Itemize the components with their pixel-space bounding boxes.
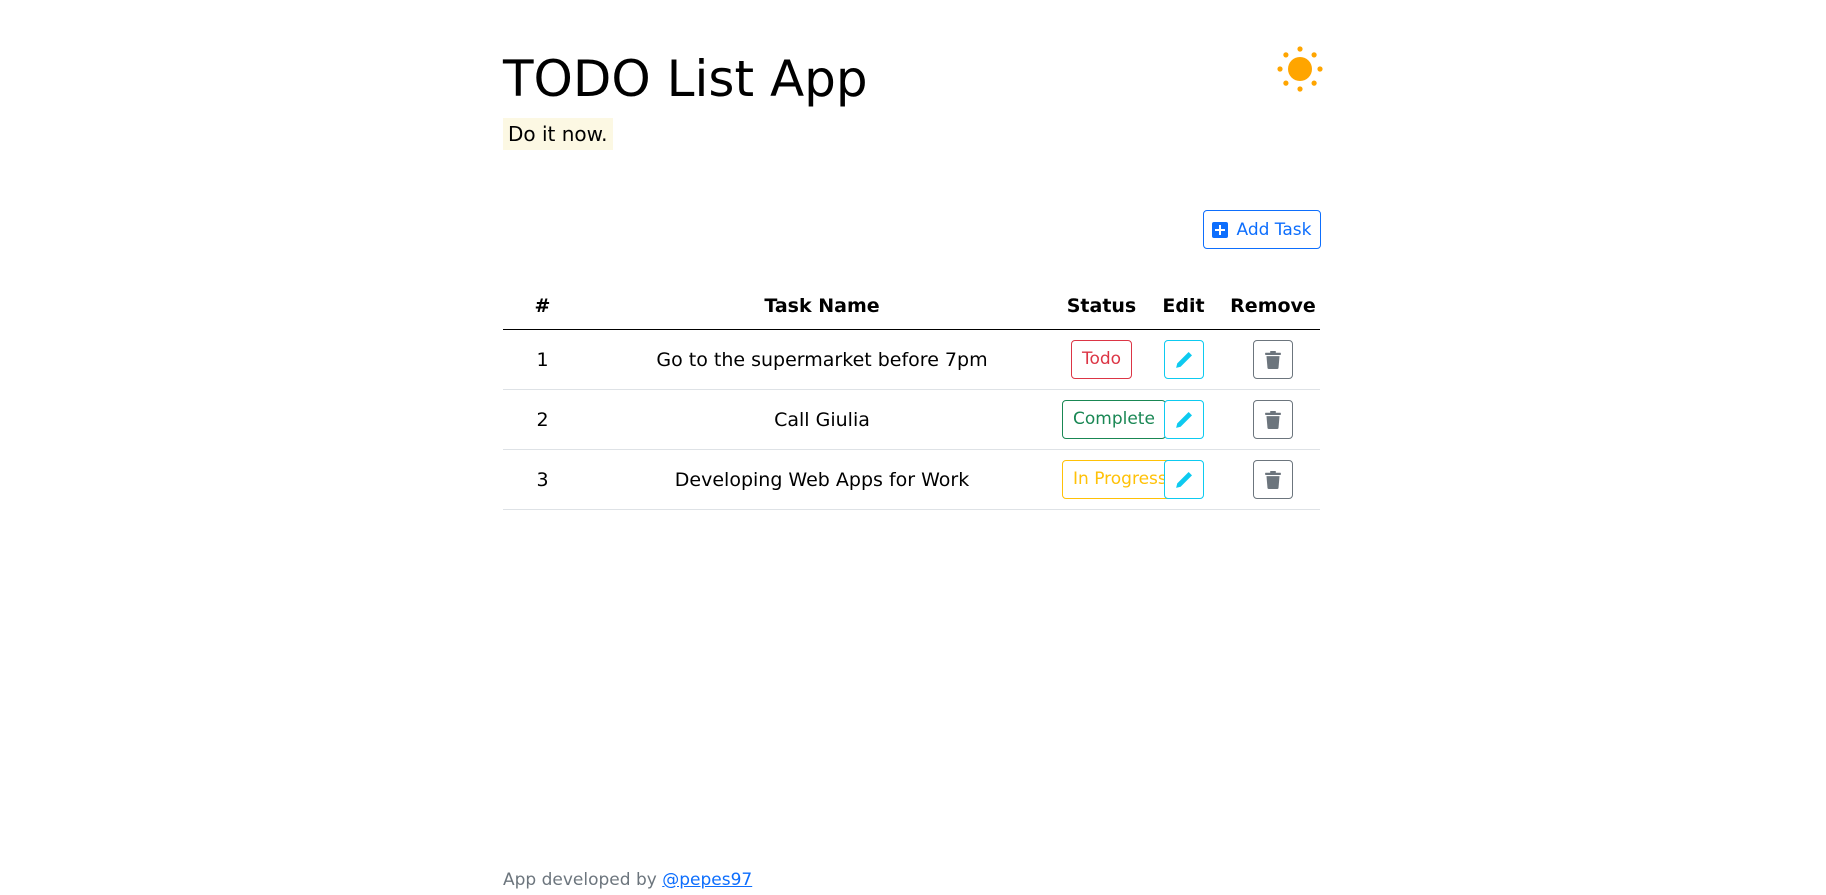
task-index: 2 — [503, 389, 582, 450]
status-badge[interactable]: In Progress — [1062, 460, 1178, 499]
column-header-index: # — [503, 282, 582, 330]
column-header-remove: Remove — [1226, 282, 1320, 330]
task-index: 1 — [503, 329, 582, 390]
task-index: 3 — [503, 449, 582, 510]
trash-icon — [1265, 470, 1281, 489]
edit-task-button[interactable] — [1163, 400, 1204, 439]
column-header-edit: Edit — [1141, 282, 1226, 330]
footer-text: App developed by — [503, 870, 657, 890]
sun-icon — [1277, 46, 1323, 92]
task-table: # Task Name Status Edit Remove 1 Go to t… — [503, 282, 1320, 510]
column-header-status: Status — [1062, 282, 1141, 330]
table-row: 2 Call Giulia Complete — [503, 389, 1320, 450]
page-subtitle: Do it now. — [503, 118, 613, 150]
edit-task-button[interactable] — [1163, 340, 1204, 379]
column-header-task-name: Task Name — [582, 282, 1062, 330]
table-row: 3 Developing Web Apps for Work In Progre… — [503, 449, 1320, 510]
theme-toggle-button[interactable] — [1276, 45, 1324, 93]
table-header-row: # Task Name Status Edit Remove — [503, 282, 1320, 330]
footer: App developed by @pepes97 — [503, 870, 752, 890]
app-container: TODO List App Do it now. Add Task # Task… — [0, 0, 1826, 895]
remove-task-button[interactable] — [1253, 340, 1293, 379]
pencil-icon — [1175, 471, 1192, 488]
author-link[interactable]: @pepes97 — [662, 870, 752, 890]
pencil-icon — [1175, 351, 1192, 368]
plus-square-icon — [1212, 221, 1229, 238]
trash-icon — [1265, 410, 1281, 429]
remove-task-button[interactable] — [1253, 460, 1293, 499]
add-task-label: Add Task — [1236, 219, 1312, 240]
table-row: 1 Go to the supermarket before 7pm Todo — [503, 329, 1320, 390]
task-name: Call Giulia — [582, 389, 1062, 450]
edit-task-button[interactable] — [1163, 460, 1204, 499]
remove-task-button[interactable] — [1253, 400, 1293, 439]
page-title: TODO List App — [503, 50, 868, 108]
add-task-button[interactable]: Add Task — [1203, 210, 1321, 249]
pencil-icon — [1175, 411, 1192, 428]
status-badge[interactable]: Todo — [1070, 340, 1133, 379]
task-name: Developing Web Apps for Work — [582, 449, 1062, 510]
status-badge[interactable]: Complete — [1062, 400, 1166, 439]
task-name: Go to the supermarket before 7pm — [582, 329, 1062, 390]
trash-icon — [1265, 350, 1281, 369]
